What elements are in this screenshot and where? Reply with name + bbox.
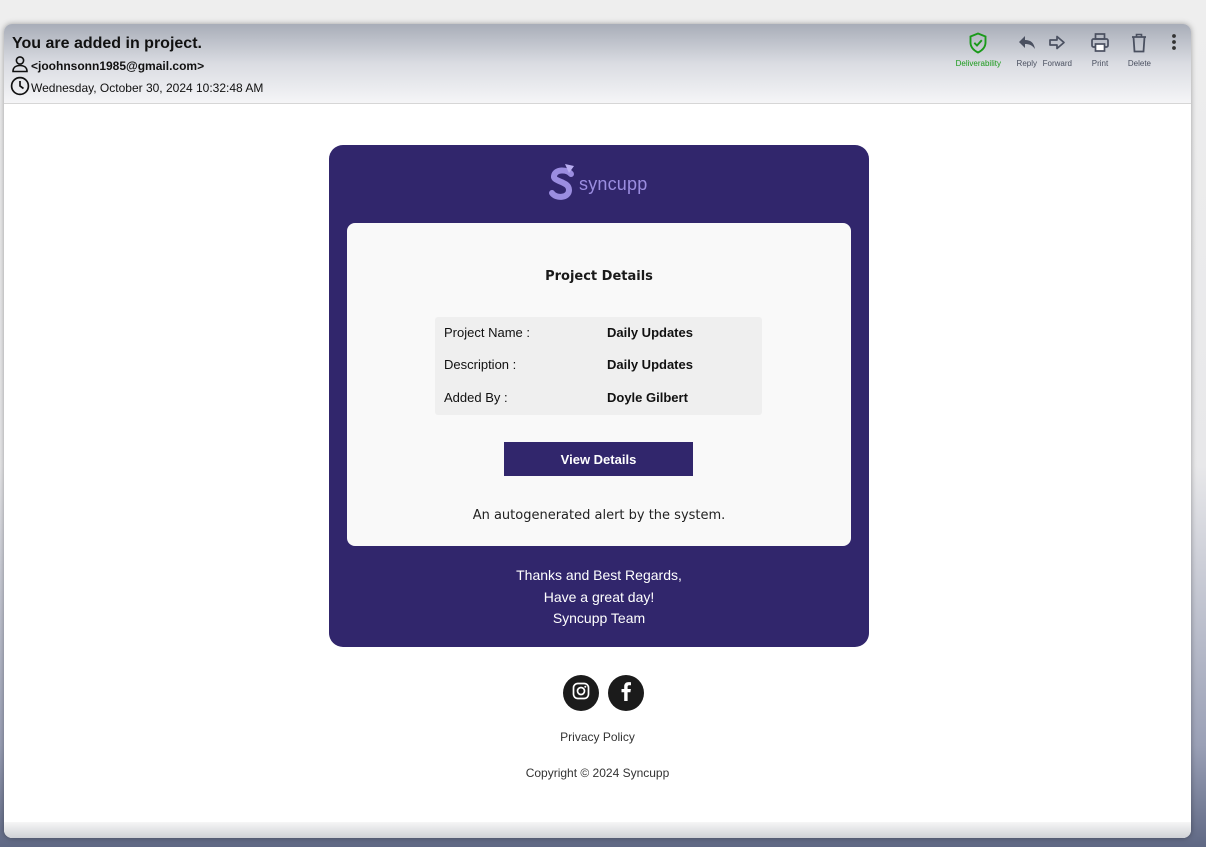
sender-row: <joohnsonn1985@gmail.com>	[10, 55, 204, 76]
detail-row-description: Description : Daily Updates	[435, 354, 762, 374]
reply-button[interactable]: Reply	[1017, 32, 1037, 68]
detail-label: Description :	[444, 357, 517, 372]
syncupp-logo-text: syncupp	[579, 173, 648, 194]
privacy-policy-link[interactable]: Privacy Policy	[4, 730, 1191, 744]
forward-label: Forward	[1042, 59, 1072, 68]
regards-line: Syncupp Team	[552, 610, 646, 626]
instagram-icon	[571, 681, 591, 706]
user-icon	[10, 55, 31, 76]
detail-value: Daily Updates	[607, 357, 693, 372]
syncupp-logo: syncupp	[547, 161, 647, 207]
social-links	[563, 675, 644, 711]
detail-label: Project Name :	[444, 325, 530, 340]
detail-row-added-by: Added By : Doyle Gilbert	[435, 387, 762, 407]
regards-line: Thanks and Best Regards,	[516, 567, 682, 583]
email-window: You are added in project. <joohnsonn1985…	[4, 24, 1191, 838]
clock-icon	[10, 76, 31, 99]
deliverability-label: Deliverability	[955, 59, 1001, 68]
trash-icon	[1129, 32, 1149, 56]
regards-block: Thanks and Best Regards, Have a great da…	[329, 565, 869, 630]
more-options-button[interactable]	[1166, 32, 1182, 56]
reply-label: Reply	[1016, 59, 1037, 68]
detail-value: Daily Updates	[607, 325, 693, 340]
date-row: Wednesday, October 30, 2024 10:32:48 AM	[10, 76, 263, 99]
more-vertical-icon	[1166, 32, 1182, 56]
instagram-link[interactable]	[563, 675, 599, 711]
syncupp-logo-icon	[547, 160, 577, 209]
email-card: syncupp Project Details Project Name : D…	[329, 145, 869, 647]
project-details-panel: Project Details Project Name : Daily Upd…	[347, 223, 851, 546]
print-button[interactable]: Print	[1090, 32, 1110, 68]
shield-check-icon	[968, 32, 988, 56]
forward-arrow-icon	[1047, 32, 1067, 56]
forward-button[interactable]: Forward	[1043, 32, 1072, 68]
delete-button[interactable]: Delete	[1128, 32, 1151, 68]
facebook-link[interactable]	[608, 675, 644, 711]
view-details-button[interactable]: View Details	[504, 442, 693, 476]
detail-row-project-name: Project Name : Daily Updates	[435, 322, 762, 342]
copyright-text: Copyright © 2024 Syncupp	[525, 766, 670, 780]
delete-label: Delete	[1127, 59, 1151, 68]
printer-icon	[1090, 32, 1110, 56]
detail-value: Doyle Gilbert	[607, 390, 688, 405]
facebook-icon	[616, 680, 636, 707]
print-label: Print	[1091, 59, 1109, 68]
autogenerated-note: An autogenerated alert by the system.	[472, 508, 726, 523]
sender-email: <joohnsonn1985@gmail.com>	[31, 58, 205, 73]
regards-line: Have a great day!	[543, 588, 655, 605]
deliverability-button[interactable]: Deliverability	[956, 32, 1001, 68]
detail-label: Added By :	[444, 390, 508, 405]
details-table: Project Name : Daily Updates Description…	[435, 317, 762, 415]
email-header: You are added in project. <joohnsonn1985…	[4, 24, 1191, 104]
email-date: Wednesday, October 30, 2024 10:32:48 AM	[31, 80, 264, 95]
email-subject: You are added in project.	[12, 35, 202, 52]
window-bottom-bar	[4, 822, 1191, 838]
project-details-title: Project Details	[545, 269, 653, 284]
reply-icon	[1017, 32, 1037, 56]
